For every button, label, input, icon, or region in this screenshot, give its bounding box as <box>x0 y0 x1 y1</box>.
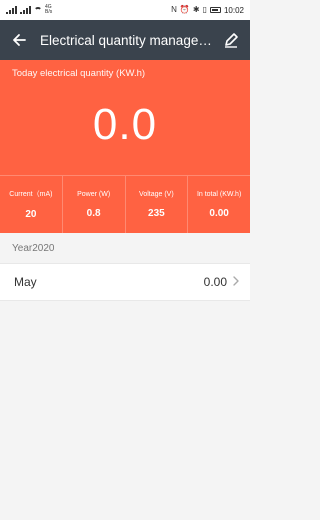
month-value: 0.00 <box>203 275 227 289</box>
chevron-right-icon <box>233 275 240 289</box>
stat-power-label: Power (W) <box>77 190 111 198</box>
stat-voltage-value: 235 <box>148 207 165 219</box>
edit-pencil-icon[interactable] <box>220 29 242 51</box>
page-title: Electrical quantity management <box>40 32 212 48</box>
status-right: N ⏰ ✱ ▯ 10:02 <box>171 6 244 15</box>
month-row-may[interactable]: May 0.00 <box>0 263 250 301</box>
today-quantity-card: Today electrical quantity (KW.h) 0.0 <box>0 60 250 175</box>
network-speed-unit: B/s <box>45 9 53 15</box>
stat-power: Power (W) 0.8 <box>63 176 126 233</box>
stat-total: In total (KW.h) 0.00 <box>188 176 250 233</box>
stat-current: Current（mA) 20 <box>0 176 63 233</box>
stat-total-label: In total (KW.h) <box>196 190 242 198</box>
stat-current-label: Current（mA) <box>9 191 53 198</box>
wifi-icon <box>34 7 42 13</box>
month-label: May <box>14 275 37 289</box>
back-arrow-icon[interactable] <box>8 29 30 51</box>
year-header: Year2020 <box>0 233 250 263</box>
network-speed: 4G B/s <box>45 5 52 15</box>
stat-voltage-label: Voltage (V) <box>139 190 174 198</box>
battery-icon <box>209 7 221 13</box>
stat-power-value: 0.8 <box>86 207 101 219</box>
alarm-icon: ⏰ <box>179 5 190 14</box>
stat-voltage: Voltage (V) 235 <box>126 176 189 233</box>
status-bar: 4G B/s N ⏰ ✱ ▯ 10:02 <box>0 0 250 20</box>
stats-row: Current（mA) 20 Power (W) 0.8 Voltage (V)… <box>0 175 250 233</box>
status-time: 10:02 <box>223 5 244 15</box>
stat-total-value: 0.00 <box>209 207 229 219</box>
signal-icon <box>6 6 17 14</box>
stat-current-value: 20 <box>25 209 37 220</box>
nfc-icon: N <box>171 5 177 14</box>
status-left: 4G B/s <box>6 5 52 15</box>
today-quantity-value: 0.0 <box>92 100 158 149</box>
bluetooth-icon: ✱ <box>192 5 200 14</box>
app-bar: Electrical quantity management <box>0 20 250 60</box>
today-quantity-label: Today electrical quantity (KW.h) <box>12 68 146 79</box>
signal-icon-2 <box>20 6 31 14</box>
vibrate-icon: ▯ <box>202 5 207 14</box>
